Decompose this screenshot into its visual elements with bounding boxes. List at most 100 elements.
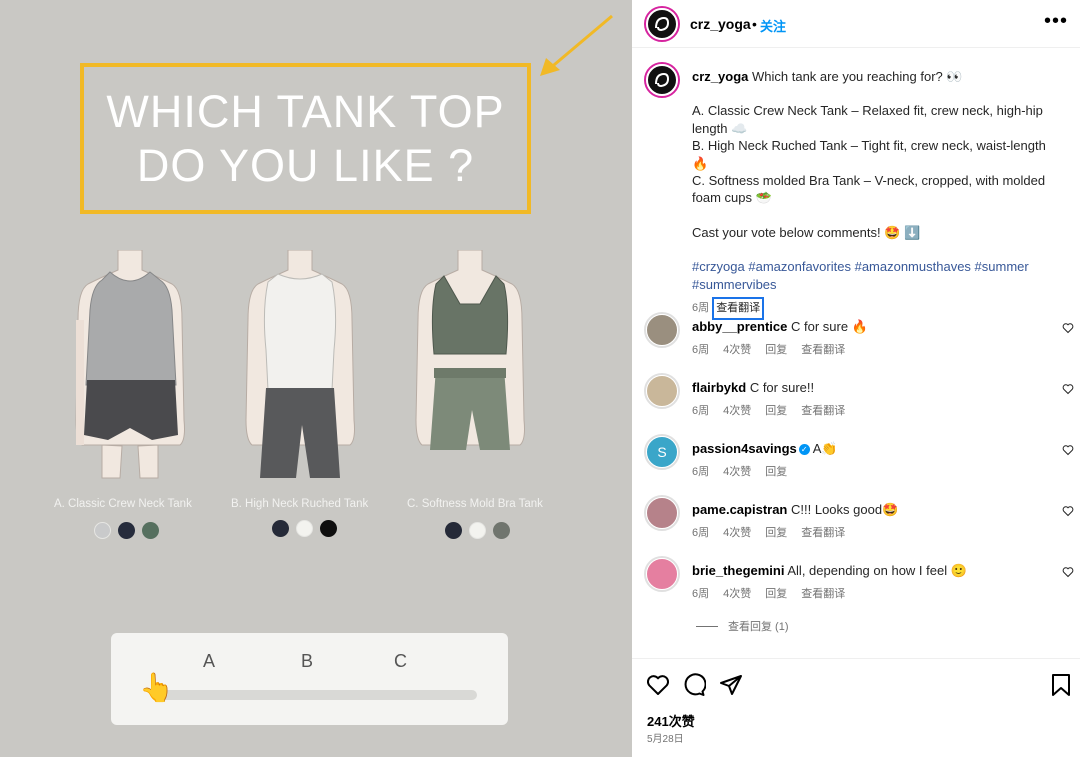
comment-text: C for sure!! bbox=[749, 380, 815, 395]
share-icon[interactable] bbox=[719, 673, 743, 697]
verified-badge-icon: ✓ bbox=[798, 444, 810, 455]
comment-time: 6周 bbox=[692, 405, 710, 417]
caption-line-a: A. Classic Crew Neck Tank – Relaxed fit,… bbox=[692, 103, 1043, 136]
comment-item: pame.capistran C!!! Looks good🤩 6周 4次赞 回… bbox=[632, 495, 1080, 555]
comment-item: brie_thegemini All, depending on how I f… bbox=[632, 556, 1080, 616]
vote-label-c: C bbox=[394, 651, 407, 671]
comment-likes[interactable]: 4次赞 bbox=[723, 585, 751, 601]
comment-username[interactable]: passion4savings bbox=[692, 441, 797, 456]
comment-username[interactable]: brie_thegemini bbox=[692, 563, 784, 578]
heart-icon[interactable] bbox=[1062, 322, 1074, 334]
swatch bbox=[445, 522, 462, 539]
caption-text: crz_yoga Which tank are you reaching for… bbox=[692, 68, 1062, 321]
comment-text: All, depending on how I feel 🙂 bbox=[787, 563, 967, 578]
comment-likes[interactable]: 4次赞 bbox=[723, 463, 751, 479]
comment-time: 6周 bbox=[692, 527, 710, 539]
swatch bbox=[94, 522, 111, 539]
avatar[interactable] bbox=[644, 312, 680, 348]
avatar[interactable] bbox=[644, 62, 680, 98]
likes-count[interactable]: 241次赞 bbox=[647, 711, 695, 730]
avatar[interactable] bbox=[644, 495, 680, 531]
vote-slider-track[interactable] bbox=[151, 690, 477, 700]
comment-item: S passion4savings ✓ A👏 6周 4次赞 回复 bbox=[632, 434, 1080, 494]
comment-likes[interactable]: 4次赞 bbox=[723, 524, 751, 540]
post-sidebar: crz_yoga • 关注 ••• crz_yoga Which tank ar… bbox=[632, 0, 1080, 757]
comment-time: 6周 bbox=[692, 466, 710, 478]
translate-button[interactable]: 查看翻译 bbox=[801, 341, 845, 357]
header-username[interactable]: crz_yoga bbox=[690, 16, 751, 32]
swatches-c bbox=[445, 522, 510, 539]
swatch bbox=[493, 522, 510, 539]
heart-icon[interactable] bbox=[646, 673, 670, 697]
view-replies-button[interactable]: 查看回复 (1) bbox=[696, 618, 789, 634]
comment-username[interactable]: flairbykd bbox=[692, 380, 746, 395]
comment-username[interactable]: pame.capistran bbox=[692, 502, 787, 517]
caption-hashtags[interactable]: #crzyoga #amazonfavorites #amazonmusthav… bbox=[692, 258, 1062, 293]
comment-username[interactable]: abby__prentice bbox=[692, 319, 787, 334]
post-actions: 241次赞 5月28日 bbox=[632, 658, 1080, 757]
comment-text: A👏 bbox=[812, 441, 838, 456]
post-date: 5月28日 bbox=[647, 734, 684, 745]
separator-dot: • bbox=[752, 16, 757, 32]
comment-text: C for sure 🔥 bbox=[791, 319, 868, 334]
comment-likes[interactable]: 4次赞 bbox=[723, 402, 751, 418]
reply-button[interactable]: 回复 bbox=[765, 524, 787, 540]
comment-likes[interactable]: 4次赞 bbox=[723, 341, 751, 357]
arrow-icon bbox=[540, 14, 613, 76]
caption-intro: Which tank are you reaching for? 👀 bbox=[752, 69, 963, 84]
view-replies-label: 查看回复 (1) bbox=[728, 621, 789, 633]
swatch bbox=[272, 520, 289, 537]
post-image[interactable]: WHICH TANK TOP DO YOU LIKE ? A. Classic … bbox=[0, 0, 632, 757]
brand-logo-icon bbox=[655, 16, 670, 32]
swatch bbox=[469, 522, 486, 539]
caption-a: A. Classic Crew Neck Tank bbox=[54, 498, 192, 510]
title-line-1: WHICH TANK TOP bbox=[106, 85, 505, 137]
translate-button[interactable]: 查看翻译 bbox=[801, 585, 845, 601]
swatch bbox=[142, 522, 159, 539]
bookmark-icon[interactable] bbox=[1050, 673, 1072, 697]
swatches-b bbox=[272, 520, 337, 537]
reply-button[interactable]: 回复 bbox=[765, 341, 787, 357]
avatar[interactable] bbox=[644, 373, 680, 409]
caption-line-c: C. Softness molded Bra Tank – V-neck, cr… bbox=[692, 173, 1046, 206]
vote-slider-card: A B C 👆 bbox=[111, 633, 508, 725]
tank-figure-b bbox=[245, 250, 355, 478]
swatch bbox=[320, 520, 337, 537]
vote-label-a: A bbox=[203, 651, 216, 671]
tank-figure-a bbox=[75, 250, 185, 479]
caption-username[interactable]: crz_yoga bbox=[692, 69, 748, 84]
comment-text: C!!! Looks good🤩 bbox=[791, 502, 899, 517]
swatch bbox=[296, 520, 313, 537]
heart-icon[interactable] bbox=[1062, 444, 1074, 456]
brand-logo-icon bbox=[655, 72, 670, 88]
heart-icon[interactable] bbox=[1062, 383, 1074, 395]
translate-button[interactable]: 查看翻译 bbox=[801, 402, 845, 418]
title-box: WHICH TANK TOP DO YOU LIKE ? bbox=[80, 63, 531, 214]
caption-line-b: B. High Neck Ruched Tank – Tight fit, cr… bbox=[692, 138, 1046, 171]
translate-button[interactable]: 查看翻译 bbox=[801, 524, 845, 540]
avatar[interactable] bbox=[644, 6, 680, 42]
swatch bbox=[118, 522, 135, 539]
heart-icon[interactable] bbox=[1062, 505, 1074, 517]
avatar[interactable] bbox=[644, 556, 680, 592]
post-header: crz_yoga • 关注 ••• bbox=[632, 0, 1080, 48]
title-line-2: DO YOU LIKE ? bbox=[136, 139, 475, 191]
heart-icon[interactable] bbox=[1062, 566, 1074, 578]
tank-figure-c bbox=[415, 250, 525, 450]
swatches-a bbox=[94, 522, 159, 539]
reply-button[interactable]: 回复 bbox=[765, 463, 787, 479]
comment-item: flairbykd C for sure!! 6周 4次赞 回复 查看翻译 bbox=[632, 373, 1080, 433]
reply-button[interactable]: 回复 bbox=[765, 585, 787, 601]
vote-label-b: B bbox=[301, 651, 314, 671]
comments-list: abby__prentice C for sure 🔥 6周 4次赞 回复 查看… bbox=[632, 312, 1080, 658]
pointing-hand-icon[interactable]: 👆 bbox=[139, 671, 174, 704]
more-horizontal-icon[interactable]: ••• bbox=[1044, 10, 1068, 33]
avatar[interactable]: S bbox=[644, 434, 680, 470]
comment-icon[interactable] bbox=[682, 673, 706, 697]
follow-button[interactable]: 关注 bbox=[760, 16, 786, 35]
reply-button[interactable]: 回复 bbox=[765, 402, 787, 418]
caption-b: B. High Neck Ruched Tank bbox=[231, 498, 369, 510]
comment-time: 6周 bbox=[692, 344, 710, 356]
comment-item: abby__prentice C for sure 🔥 6周 4次赞 回复 查看… bbox=[632, 312, 1080, 372]
divider bbox=[696, 625, 718, 627]
